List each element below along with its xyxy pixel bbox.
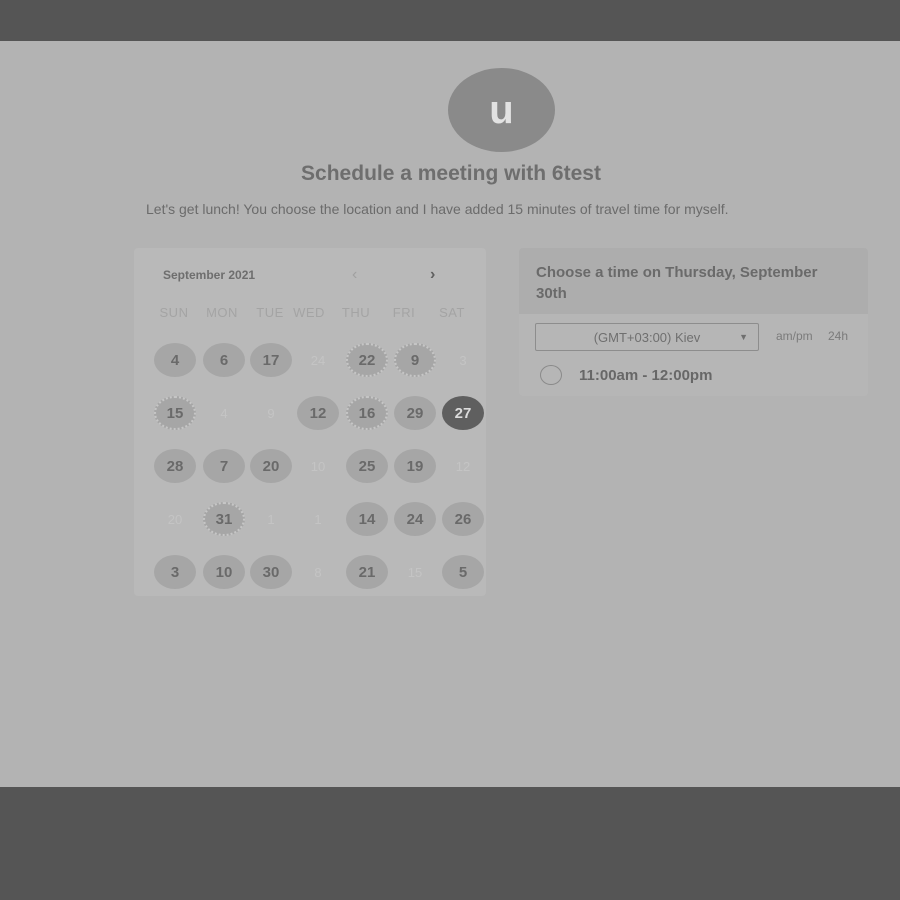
weekday-thu: THU [341,305,371,320]
calendar-day[interactable]: 6 [203,343,245,377]
calendar-day[interactable]: 26 [442,502,484,536]
calendar-day[interactable]: 24 [394,502,436,536]
time-panel: Choose a time on Thursday, September 30t… [519,248,868,396]
calendar-day[interactable]: 16 [346,396,388,430]
weekday-mon: MON [206,305,238,320]
calendar-day: 8 [314,564,322,580]
timezone-select[interactable]: (GMT+03:00) Kiev ▼ [535,323,759,351]
calendar-day: 24 [310,352,326,368]
calendar-day[interactable]: 14 [346,502,388,536]
calendar-day[interactable]: 17 [250,343,292,377]
calendar-day[interactable]: 7 [203,449,245,483]
page-subtitle: Let's get lunch! You choose the location… [146,201,729,217]
calendar-day[interactable]: 21 [346,555,388,589]
weekday-sat: SAT [439,305,465,320]
calendar-day[interactable]: 28 [154,449,196,483]
calendar-day[interactable]: 15 [154,396,196,430]
calendar-day[interactable]: 25 [346,449,388,483]
caret-down-icon: ▼ [739,332,748,342]
format-24h-toggle[interactable]: 24h [828,329,848,343]
calendar-day[interactable]: 12 [297,396,339,430]
calendar-day[interactable]: 4 [154,343,196,377]
calendar-day: 1 [314,511,322,527]
time-panel-header: Choose a time on Thursday, September 30t… [519,248,868,314]
format-ampm-toggle[interactable]: am/pm [776,329,813,343]
calendar-day[interactable]: 31 [203,502,245,536]
timezone-value: (GMT+03:00) Kiev [593,329,701,345]
calendar-month-label: September 2021 [163,268,256,282]
calendar-day[interactable]: 27 [442,396,484,430]
weekday-fri: FRI [392,305,416,320]
time-slot-radio[interactable] [540,365,562,385]
calendar: September 2021 ‹ › SUN MON TUE WED THU F… [134,248,486,596]
time-slot-label[interactable]: 11:00am - 12:00pm [579,367,712,384]
calendar-day[interactable]: 29 [394,396,436,430]
scheduling-page: u Schedule a meeting with 6test Let's ge… [0,41,900,787]
page-title: Schedule a meeting with 6test [301,162,601,185]
calendar-day[interactable]: 20 [250,449,292,483]
calendar-day: 1 [267,511,275,527]
bottom-bar [0,787,900,900]
calendar-day[interactable]: 3 [154,555,196,589]
calendar-day: 15 [407,564,423,580]
calendar-day: 20 [167,511,183,527]
calendar-day: 3 [459,352,467,368]
avatar: u [448,68,555,152]
calendar-day[interactable]: 19 [394,449,436,483]
calendar-day[interactable]: 22 [346,343,388,377]
chevron-left-icon[interactable]: ‹ [352,266,357,284]
calendar-day: 9 [267,405,275,421]
time-panel-heading: Choose a time on Thursday, September 30t… [536,264,818,302]
weekday-sun: SUN [159,305,189,320]
chevron-right-icon[interactable]: › [430,266,435,284]
calendar-day[interactable]: 30 [250,555,292,589]
calendar-day: 12 [455,458,471,474]
calendar-day: 4 [220,405,228,421]
calendar-day[interactable]: 9 [394,343,436,377]
calendar-day[interactable]: 5 [442,555,484,589]
calendar-day[interactable]: 10 [203,555,245,589]
calendar-day: 10 [310,458,326,474]
weekday-wed: WED [293,305,325,320]
top-bar [0,0,900,41]
